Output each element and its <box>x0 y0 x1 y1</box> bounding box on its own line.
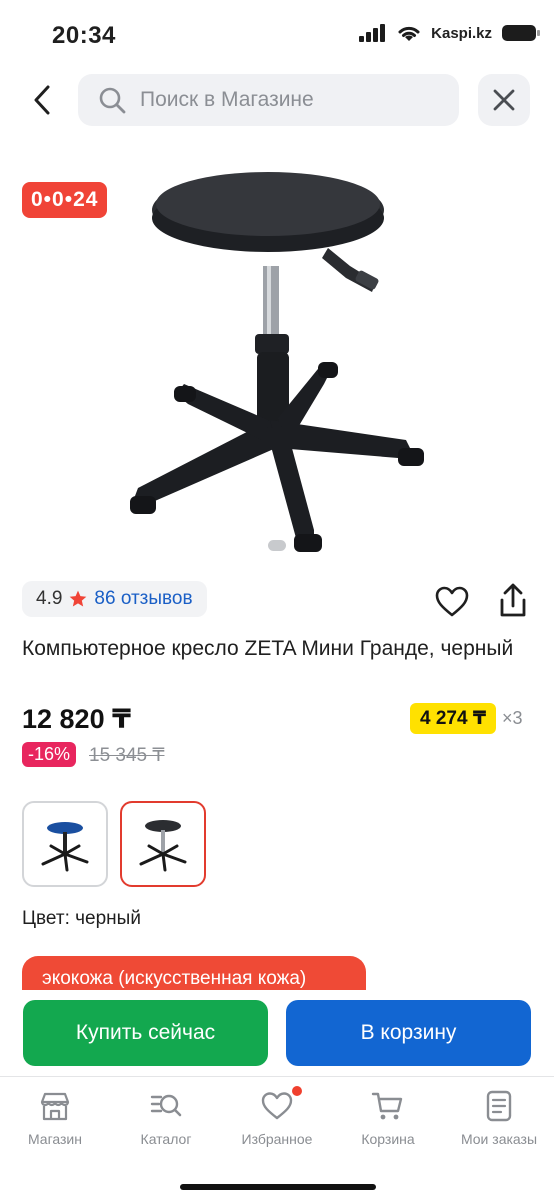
nav-item-favorites[interactable]: Избранное <box>222 1086 332 1147</box>
search-icon <box>99 87 126 114</box>
carrier-label: Kaspi.kz <box>431 24 492 42</box>
battery-icon <box>502 25 540 41</box>
nav-item-orders[interactable]: Мои заказы <box>444 1089 554 1147</box>
variant-black[interactable] <box>120 801 206 887</box>
variant-black-image <box>139 820 187 872</box>
product-price: 12 820 ₸ <box>22 704 131 734</box>
back-arrow-icon <box>34 85 50 115</box>
share-button[interactable] <box>494 582 532 620</box>
product-gallery[interactable]: 0•0•24 <box>0 140 554 570</box>
gallery-indicator <box>268 540 286 551</box>
heart-outline-icon <box>261 1092 293 1120</box>
rating-pill[interactable]: 4.9 86 отзывов <box>22 581 207 617</box>
shop-icon <box>40 1092 70 1121</box>
status-time: 20:34 <box>52 22 116 49</box>
nav-item-cart[interactable]: Корзина <box>333 1089 443 1147</box>
installment-info[interactable]: 4 274 ₸ ×3 <box>410 703 523 734</box>
nav-favorites-icon-wrap <box>260 1086 302 1123</box>
buy-now-button[interactable]: Купить сейчас <box>23 1000 268 1066</box>
favorites-badge <box>292 1086 302 1096</box>
nav-item-shop[interactable]: Магазин <box>0 1089 110 1147</box>
nav-label-orders: Мои заказы <box>460 1131 538 1147</box>
nav-label-shop: Магазин <box>27 1131 82 1147</box>
share-icon <box>500 583 526 617</box>
bottom-nav: Магазин Каталог Избранное Корзина Мои за… <box>0 1076 554 1200</box>
nav-label-favorites: Избранное <box>241 1131 313 1147</box>
heart-icon <box>435 586 469 617</box>
back-button[interactable] <box>20 76 64 124</box>
add-to-cart-button[interactable]: В корзину <box>286 1000 531 1066</box>
rating-value: 4.9 <box>36 588 63 609</box>
material-chip[interactable]: экокожа (искусственная кожа) <box>22 956 366 990</box>
orders-icon <box>486 1090 512 1122</box>
nav-label-catalog: Каталог <box>140 1131 192 1147</box>
top-bar <box>0 72 554 128</box>
status-bar: 20:34 Kaspi.kz <box>0 0 554 70</box>
old-price: 15 345 ₸ <box>89 745 165 766</box>
reviews-link[interactable]: 86 отзывов <box>94 588 192 610</box>
signal-icon <box>359 24 386 42</box>
product-title: Компьютерное кресло ZETA Мини Гранде, че… <box>22 637 514 660</box>
cart-icon <box>371 1092 403 1120</box>
installment-promo-badge: 0•0•24 <box>22 182 108 218</box>
nav-label-cart: Корзина <box>361 1131 415 1147</box>
installment-amount: 4 274 ₸ <box>410 703 497 734</box>
close-button[interactable] <box>478 74 530 126</box>
nav-item-catalog[interactable]: Каталог <box>111 1089 221 1147</box>
close-icon <box>493 89 515 111</box>
product-image[interactable] <box>118 158 438 568</box>
wifi-icon <box>398 26 420 41</box>
status-icons: Kaspi.kz <box>359 24 540 42</box>
catalog-icon <box>150 1094 182 1117</box>
variant-blue-image <box>41 822 89 872</box>
search-box[interactable] <box>78 74 459 126</box>
discount-badge: -16% <box>22 742 77 767</box>
search-input[interactable] <box>140 88 430 112</box>
installment-times: ×3 <box>502 708 523 728</box>
star-icon <box>70 590 87 607</box>
color-label: Цвет: черный <box>22 908 141 929</box>
variant-blue[interactable] <box>22 801 108 887</box>
home-indicator <box>180 1184 376 1190</box>
favorite-button[interactable] <box>434 584 470 620</box>
